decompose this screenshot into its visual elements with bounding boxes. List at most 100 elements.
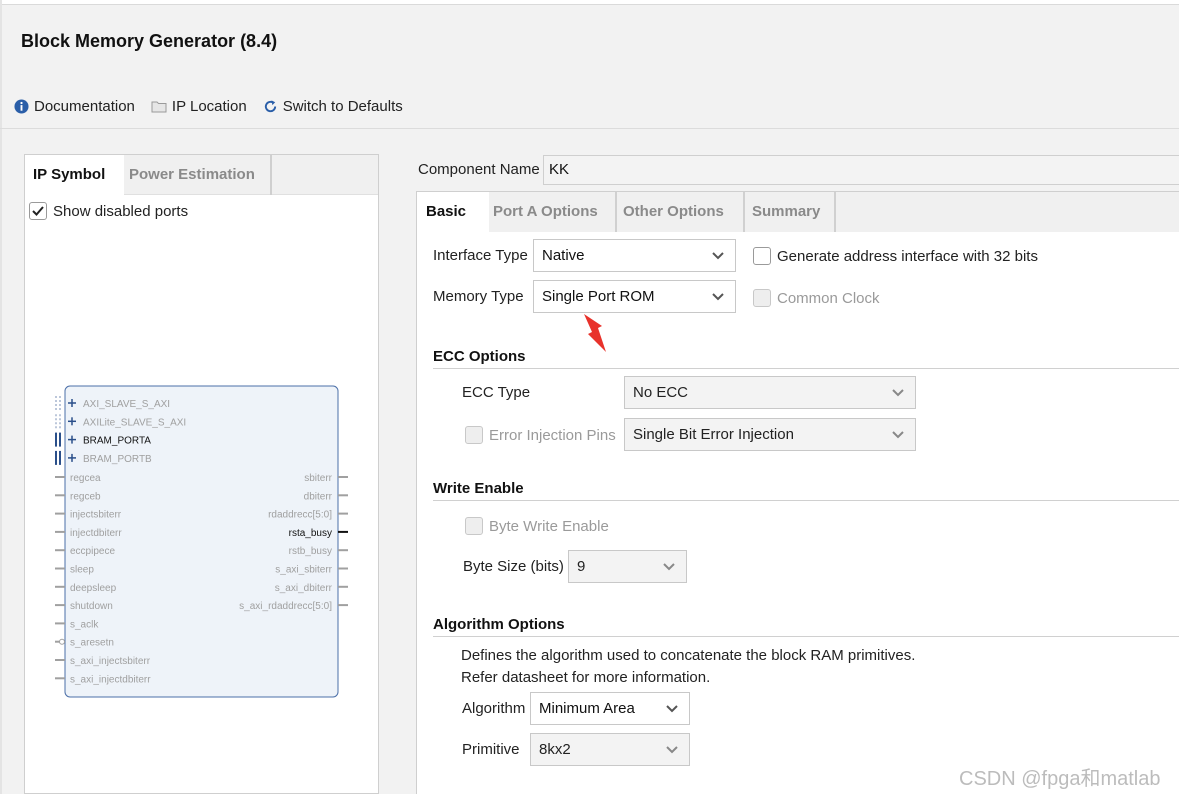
ecc-type-label: ECC Type (462, 384, 531, 401)
checkbox-box[interactable] (465, 426, 483, 444)
output-port-rsta-busy: rsta_busy (289, 528, 348, 539)
bus-port-label: AXILite_SLAVE_S_AXI (83, 417, 186, 428)
folder-icon (151, 101, 167, 113)
input-port-s-axi-injectsbiterr: s_axi_injectsbiterr (55, 656, 151, 667)
algorithm-options-heading: Algorithm Options (433, 616, 565, 633)
algorithm-description-1: Defines the algorithm used to concatenat… (461, 647, 916, 664)
error-injection-value: Single Bit Error Injection (633, 426, 794, 443)
input-port-label: shutdown (70, 601, 113, 612)
interface-type-label: Interface Type (433, 247, 528, 264)
documentation-button[interactable]: Documentation (14, 98, 135, 115)
toolbar: Documentation IP Location Switch to Defa… (14, 96, 419, 116)
byte-write-enable-label: Byte Write Enable (489, 517, 609, 535)
error-injection-label: Error Injection Pins (489, 426, 616, 444)
ip-location-button[interactable]: IP Location (151, 98, 247, 115)
config-tab-bar: Basic Port A Options Other Options Summa… (417, 192, 1179, 232)
input-port-shutdown: shutdown (55, 601, 113, 612)
input-port-label: sleep (70, 565, 94, 576)
gen-address-checkbox[interactable]: Generate address interface with 32 bits (753, 247, 1038, 265)
chevron-down-icon (712, 252, 724, 260)
input-port-label: injectsbiterr (70, 510, 122, 521)
byte-size-label: Byte Size (bits) (463, 558, 564, 575)
output-port-label: s_axi_rdaddrecc[5:0] (239, 601, 332, 612)
component-name-input[interactable]: KK (543, 155, 1179, 185)
common-clock-label: Common Clock (777, 289, 880, 307)
tab-summary[interactable]: Summary (746, 192, 836, 232)
info-icon (14, 98, 29, 114)
left-panel: IP Symbol Power Estimation Show disabled… (24, 154, 379, 794)
tab-port-a-options[interactable]: Port A Options (489, 192, 617, 232)
checkbox-box[interactable] (753, 289, 771, 307)
algorithm-divider (433, 636, 1179, 637)
output-port-label: dbiterr (304, 491, 333, 502)
input-port-s-aresetn: s_aresetn (55, 638, 114, 649)
input-port-label: injectdbiterr (70, 528, 122, 539)
input-port-regcea: regcea (55, 473, 101, 484)
error-injection-select[interactable]: Single Bit Error Injection (624, 418, 916, 451)
input-port-label: s_axi_injectdbiterr (70, 674, 151, 685)
input-port-regceb: regceb (55, 491, 101, 502)
memory-type-label: Memory Type (433, 288, 524, 305)
red-arrow-annotation (584, 314, 606, 352)
input-port-label: s_aresetn (70, 638, 114, 649)
input-port-label: s_aclk (70, 619, 99, 630)
input-port-label: deepsleep (70, 583, 117, 594)
primitive-value: 8kx2 (539, 741, 571, 758)
algorithm-description-2: Refer datasheet for more information. (461, 669, 711, 686)
chevron-down-icon (666, 746, 678, 754)
input-port-sleep: sleep (55, 565, 94, 576)
window-top-edge (0, 0, 1179, 5)
output-port-s-axi-rdaddrecc-5-0-: s_axi_rdaddrecc[5:0] (239, 601, 348, 612)
interface-type-select[interactable]: Native (533, 239, 736, 272)
input-port-label: eccpipece (70, 546, 115, 557)
tab-basic[interactable]: Basic (417, 192, 489, 232)
write-enable-divider (433, 500, 1179, 501)
algorithm-select[interactable]: Minimum Area (530, 692, 690, 725)
output-port-label: rstb_busy (289, 546, 332, 557)
checkbox-box[interactable] (753, 247, 771, 265)
byte-size-select[interactable]: 9 (568, 550, 687, 583)
common-clock-checkbox[interactable]: Common Clock (753, 289, 880, 307)
chevron-down-icon (892, 431, 904, 439)
memory-type-value: Single Port ROM (542, 288, 655, 305)
input-port-label: s_axi_injectsbiterr (70, 656, 151, 667)
watermark: CSDN @fpga和matlab (959, 768, 1161, 790)
ecc-divider (433, 368, 1179, 369)
ip-block-body (64, 385, 339, 698)
primitive-select[interactable]: 8kx2 (530, 733, 690, 766)
refresh-icon (264, 99, 276, 112)
bus-port-label: BRAM_PORTA (83, 436, 151, 447)
bus-port-label: AXI_SLAVE_S_AXI (83, 399, 170, 410)
memory-type-select[interactable]: Single Port ROM (533, 280, 736, 313)
chevron-down-icon (712, 293, 724, 301)
algorithm-value: Minimum Area (539, 700, 635, 717)
ecc-options-heading: ECC Options (433, 348, 526, 365)
input-port-eccpipece: eccpipece (55, 546, 115, 557)
output-port-dbiterr: dbiterr (304, 491, 348, 502)
documentation-label: Documentation (34, 97, 135, 115)
output-port-label: s_axi_sbiterr (275, 565, 332, 576)
output-port-sbiterr: sbiterr (304, 473, 348, 484)
switch-to-defaults-label: Switch to Defaults (282, 97, 403, 115)
input-port-deepsleep: deepsleep (55, 583, 117, 594)
algorithm-label: Algorithm (462, 700, 526, 717)
byte-size-value: 9 (577, 558, 586, 575)
toolbar-divider (0, 128, 1179, 129)
write-enable-heading: Write Enable (433, 480, 524, 497)
chevron-down-icon (666, 705, 678, 713)
error-injection-checkbox[interactable]: Error Injection Pins (465, 426, 616, 444)
output-port-label: rdaddrecc[5:0] (268, 510, 332, 521)
component-name-label: Component Name (418, 161, 540, 178)
tab-other-options[interactable]: Other Options (618, 192, 745, 232)
chevron-down-icon (892, 389, 904, 397)
output-port-label: s_axi_dbiterr (275, 583, 333, 594)
chevron-down-icon (663, 563, 675, 571)
output-port-label: sbiterr (304, 473, 332, 484)
ecc-type-select[interactable]: No ECC (624, 376, 916, 409)
ecc-type-value: No ECC (633, 384, 689, 401)
byte-write-enable-checkbox[interactable]: Byte Write Enable (465, 517, 609, 535)
bus-port-label: BRAM_PORTB (83, 454, 152, 465)
input-port-label: regcea (70, 473, 101, 484)
checkbox-box[interactable] (465, 517, 483, 535)
switch-to-defaults-button[interactable]: Switch to Defaults (263, 98, 403, 115)
